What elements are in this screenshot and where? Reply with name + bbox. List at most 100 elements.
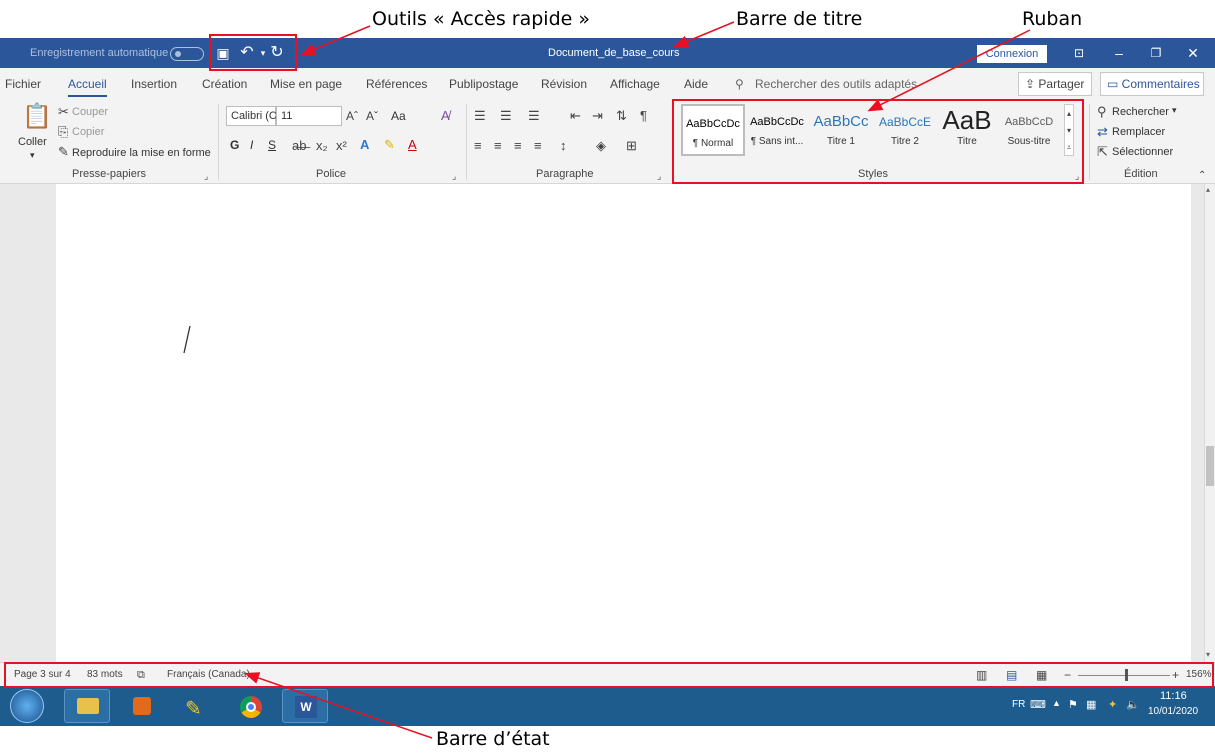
action-center-icon[interactable]: ⚑ [1068, 698, 1078, 711]
media-player-icon[interactable] [118, 689, 164, 723]
share-button[interactable]: ⇪ Partager [1018, 72, 1092, 96]
superscript-icon[interactable]: x² [336, 138, 347, 154]
language-indicator[interactable]: Français (Canada) [167, 663, 250, 687]
justify-icon[interactable]: ≡ [534, 138, 542, 154]
sort-icon[interactable]: ⇅ [616, 108, 627, 124]
replace-button[interactable]: Remplacer [1112, 126, 1165, 138]
select-button[interactable]: Sélectionner [1112, 146, 1173, 158]
tab-insertion[interactable]: Insertion [131, 68, 177, 100]
style-no-spacing[interactable]: AaBbCcDc ¶ Sans int... [745, 104, 809, 156]
decrease-indent-icon[interactable]: ⇤ [570, 108, 581, 124]
change-case-button[interactable]: Aa [391, 109, 406, 123]
style-heading-2[interactable]: AaBbCcE Titre 2 [873, 104, 937, 156]
vertical-scrollbar[interactable]: ▴ ▾ [1204, 184, 1215, 662]
tab-revision[interactable]: Révision [541, 68, 587, 100]
align-left-icon[interactable]: ≡ [474, 138, 482, 154]
read-mode-icon[interactable]: ▥ [976, 663, 987, 687]
minimize-icon[interactable]: – [1102, 38, 1136, 68]
print-layout-icon[interactable]: ▤ [1006, 663, 1017, 687]
bold-button[interactable]: G [230, 138, 239, 152]
search-icon[interactable]: ⚲ [735, 68, 744, 100]
multilevel-list-icon[interactable]: ☰ [528, 108, 540, 124]
network-icon[interactable]: ▦ [1086, 698, 1096, 711]
web-layout-icon[interactable]: ▦ [1036, 663, 1047, 687]
collapse-ribbon-icon[interactable]: ⌃ [1198, 168, 1206, 184]
zoom-level[interactable]: 156% [1186, 663, 1212, 687]
underline-button[interactable]: S [268, 138, 276, 152]
font-size-field[interactable]: 11 [276, 106, 342, 126]
style-normal[interactable]: AaBbCcDc ¶ Normal [681, 104, 745, 156]
tab-references[interactable]: Références [366, 68, 427, 100]
grow-font-icon[interactable]: Aˆ [346, 108, 358, 124]
file-explorer-icon[interactable] [64, 689, 110, 723]
bullets-icon[interactable]: ☰ [474, 108, 486, 124]
volume-icon[interactable]: 🔈 [1126, 698, 1140, 711]
subscript-icon[interactable]: x₂ [316, 138, 328, 154]
start-button[interactable] [10, 689, 44, 723]
clock-time[interactable]: 11:16 [1160, 690, 1187, 702]
word-count[interactable]: 83 mots [87, 663, 123, 687]
tab-mise-en-page[interactable]: Mise en page [270, 68, 342, 100]
shrink-font-icon[interactable]: Aˇ [366, 108, 378, 124]
zoom-out-icon[interactable]: − [1064, 663, 1071, 687]
strikethrough-icon[interactable]: a̶b̶ [292, 138, 306, 154]
format-painter-button[interactable]: Reproduire la mise en forme [72, 147, 211, 159]
replace-icon[interactable]: ⇄ [1097, 124, 1108, 140]
find-icon[interactable]: ⚲ [1097, 104, 1107, 120]
zoom-slider-thumb[interactable] [1125, 669, 1128, 681]
styles-launcher-icon[interactable]: ⌟ [1075, 168, 1079, 184]
clock-date[interactable]: 10/01/2020 [1148, 706, 1198, 717]
chrome-icon[interactable] [226, 689, 272, 723]
clear-formatting-icon[interactable]: A̸ [441, 108, 450, 124]
battery-icon[interactable]: ✦ [1108, 698, 1117, 711]
scroll-down-icon[interactable]: ▾ [1206, 650, 1210, 659]
style-subtitle[interactable]: AaBbCcD Sous-titre [997, 104, 1061, 156]
paste-dropdown-icon[interactable]: ▾ [30, 150, 35, 161]
zoom-in-icon[interactable]: + [1172, 663, 1179, 687]
redo-icon[interactable]: ↻ [268, 43, 286, 63]
tab-affichage[interactable]: Affichage [610, 68, 660, 100]
font-name-field[interactable]: Calibri (Corp [226, 106, 293, 126]
document-page[interactable] [56, 184, 1204, 662]
cut-button[interactable]: Couper [72, 106, 108, 118]
numbering-icon[interactable]: ☰ [500, 108, 512, 124]
format-painter-icon[interactable]: ✎ [58, 144, 69, 160]
align-center-icon[interactable]: ≡ [494, 138, 502, 154]
increase-indent-icon[interactable]: ⇥ [592, 108, 603, 124]
tab-aide[interactable]: Aide [684, 68, 708, 100]
copy-button[interactable]: Copier [72, 126, 104, 138]
page-indicator[interactable]: Page 3 sur 4 [14, 663, 71, 687]
font-launcher-icon[interactable]: ⌟ [452, 168, 456, 184]
style-title[interactable]: AaB Titre [935, 104, 999, 156]
select-icon[interactable]: ⇱ [1097, 144, 1108, 160]
restore-icon[interactable]: ❐ [1139, 38, 1173, 68]
ribbon-display-icon[interactable]: ⊡ [1062, 38, 1096, 68]
italic-button[interactable]: I [250, 138, 253, 152]
style-heading-1[interactable]: AaBbCc Titre 1 [809, 104, 873, 156]
align-right-icon[interactable]: ≡ [514, 138, 522, 154]
paint-icon[interactable]: ✎ [172, 689, 218, 723]
shading-icon[interactable]: ◈ [596, 138, 606, 154]
tab-accueil[interactable]: Accueil [68, 68, 107, 100]
keyboard-icon[interactable]: ⌨ [1030, 698, 1046, 711]
tab-publipostage[interactable]: Publipostage [449, 68, 518, 100]
line-spacing-icon[interactable]: ↕ [560, 138, 567, 154]
copy-icon[interactable]: ⎘ [58, 124, 68, 140]
clipboard-launcher-icon[interactable]: ⌟ [204, 168, 208, 184]
borders-icon[interactable]: ⊞ [626, 138, 637, 154]
paste-button[interactable]: Coller [18, 136, 47, 148]
scroll-up-icon[interactable]: ▴ [1206, 185, 1210, 194]
tray-expand-icon[interactable]: ▲ [1052, 698, 1061, 708]
paragraph-launcher-icon[interactable]: ⌟ [657, 168, 661, 184]
comments-button[interactable]: ▭ Commentaires [1100, 72, 1204, 96]
save-icon[interactable]: ▣ [214, 43, 232, 63]
input-language[interactable]: FR [1012, 699, 1025, 710]
close-icon[interactable]: ✕ [1176, 38, 1210, 68]
show-marks-icon[interactable]: ¶ [640, 108, 647, 124]
zoom-slider[interactable] [1078, 675, 1170, 676]
cut-icon[interactable]: ✂ [58, 104, 69, 120]
proofing-icon[interactable]: ⧉ [137, 663, 145, 687]
text-effects-icon[interactable]: A [360, 137, 369, 153]
tab-fichier[interactable]: Fichier [5, 68, 41, 100]
font-color-icon[interactable]: A [408, 137, 417, 153]
